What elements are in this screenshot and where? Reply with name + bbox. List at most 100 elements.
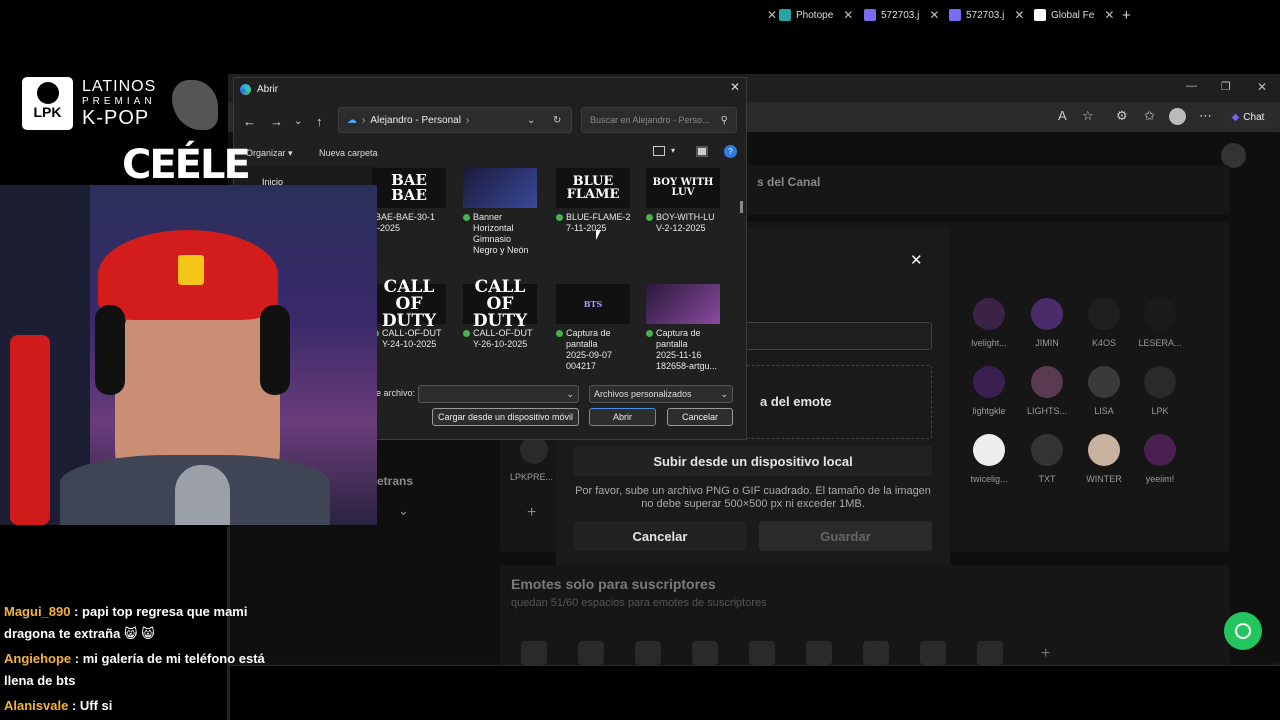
favorites-icon[interactable]: ✩: [1144, 108, 1155, 124]
chevron-down-icon[interactable]: ⌄: [527, 115, 535, 126]
emote-item[interactable]: LPK: [1130, 366, 1190, 416]
support-chat-button[interactable]: [1224, 612, 1262, 650]
tab-global[interactable]: Global Fe ✕: [1034, 4, 1114, 26]
preview-pane-icon[interactable]: [696, 146, 708, 157]
photopea-icon: [779, 9, 791, 21]
emote-label: JIMIN: [1035, 338, 1059, 348]
upload-hint: Por favor, sube un archivo PNG o GIF cua…: [575, 485, 931, 510]
subs-emote-thumb[interactable]: [977, 641, 1003, 665]
add-emote-button[interactable]: +: [1041, 645, 1050, 663]
help-icon[interactable]: ?: [724, 145, 737, 158]
file-item[interactable]: BAE BAE -BAE-BAE-30-1 0-2025: [372, 168, 456, 234]
ferrari-logo: [178, 255, 204, 285]
file-item[interactable]: BLUE FLAME BLUE-FLAME-2 7-11-2025: [556, 168, 640, 234]
save-button[interactable]: Guardar: [759, 521, 932, 551]
upload-local-button[interactable]: Subir desde un dispositivo local: [574, 446, 932, 476]
chevron-down-icon[interactable]: ▾: [671, 146, 675, 155]
emote-item[interactable]: LIGHTS...: [1017, 366, 1077, 416]
restore-icon[interactable]: ❐: [1221, 80, 1231, 93]
channel-heading: s del Canal: [757, 175, 821, 189]
forward-arrow-icon[interactable]: →: [270, 114, 283, 129]
file-name: CALL-OF-DUT Y-26-10-2025: [463, 328, 547, 350]
profile-avatar[interactable]: [1169, 108, 1186, 125]
emote-label: LISA: [1094, 406, 1114, 416]
chevron-down-icon: ⌄: [720, 388, 728, 399]
file-item[interactable]: CALL OF DUTY CALL-OF-DUT Y-26-10-2025: [463, 278, 547, 350]
file-item[interactable]: Captura de pantalla 2025-11-16 182658-ar…: [646, 284, 730, 372]
emote-item[interactable]: lightgkle: [959, 366, 1019, 416]
emote-label: lightgkle: [972, 406, 1006, 416]
emote-image: [1031, 434, 1063, 466]
search-input[interactable]: Buscar en Alejandro - Perso... ⚲: [581, 107, 737, 133]
chat-message: Alanisvale : Uff si: [4, 698, 113, 713]
tab-image-1[interactable]: 572703.j ✕: [864, 4, 939, 26]
chevron-down-icon[interactable]: ⌄: [398, 503, 409, 519]
emote-thumb[interactable]: [520, 436, 548, 464]
tab-photopea[interactable]: Photope ✕: [779, 4, 853, 26]
new-folder-button[interactable]: Nueva carpeta: [319, 148, 378, 158]
cancel-button[interactable]: Cancelar: [667, 408, 733, 426]
file-thumbnail: [463, 168, 537, 208]
window-close-icon[interactable]: ✕: [1257, 80, 1267, 94]
emote-item[interactable]: K4OS: [1074, 298, 1134, 348]
emote-item[interactable]: WINTER: [1074, 434, 1134, 484]
file-item[interactable]: BOY WITH LUV BOY-WITH-LU V-2-12-2025: [646, 168, 730, 234]
sync-status-icon: [463, 214, 470, 221]
scrollbar[interactable]: [740, 201, 743, 213]
subs-emote-thumb[interactable]: [806, 641, 832, 665]
subs-emote-thumb[interactable]: [863, 641, 889, 665]
recent-chevron-icon[interactable]: ⌄: [294, 116, 302, 127]
organize-button[interactable]: Organizar ▾: [246, 148, 293, 159]
filename-input[interactable]: ⌄: [418, 385, 579, 403]
filetype-select[interactable]: Archivos personalizados ⌄: [589, 385, 733, 403]
view-icon[interactable]: [653, 146, 665, 156]
more-icon[interactable]: ⋯: [1199, 108, 1212, 124]
close-icon[interactable]: ✕: [1104, 8, 1114, 22]
tab-image-2[interactable]: 572703.j ✕: [949, 4, 1024, 26]
emote-item[interactable]: yeeiim!: [1130, 434, 1190, 484]
subs-emote-thumb[interactable]: [521, 641, 547, 665]
add-emote-button[interactable]: +: [527, 504, 536, 522]
back-arrow-icon[interactable]: ←: [243, 114, 256, 129]
new-tab-button[interactable]: +: [1122, 4, 1131, 26]
emote-item[interactable]: lvelight...: [959, 298, 1019, 348]
emote-image: [1088, 366, 1120, 398]
file-name: BOY-WITH-LU V-2-12-2025: [646, 212, 730, 234]
copilot-chat-button[interactable]: ◆ Chat: [1222, 105, 1274, 129]
chat-message: Magui_890 : papi top regresa que mami dr…: [4, 604, 248, 641]
subs-emote-thumb[interactable]: [635, 641, 661, 665]
close-icon[interactable]: ✕: [1014, 8, 1024, 22]
close-icon[interactable]: ✕: [929, 8, 939, 22]
read-aloud-icon[interactable]: A: [1058, 108, 1067, 123]
emote-item[interactable]: LISA: [1074, 366, 1134, 416]
streamer-name: CEÉLE: [122, 142, 251, 188]
refresh-icon[interactable]: ↻: [553, 115, 561, 126]
file-item[interactable]: Banner Horizontal Gimnasio Negro y Neón: [463, 168, 547, 256]
emote-item[interactable]: TXT: [1017, 434, 1077, 484]
subs-emote-thumb[interactable]: [749, 641, 775, 665]
path-breadcrumb[interactable]: ☁ › Alejandro - Personal › ⌄ ↻: [338, 107, 572, 133]
emote-label: K4OS: [1091, 338, 1116, 348]
headphones: [95, 305, 125, 395]
close-icon[interactable]: ✕: [910, 251, 923, 269]
dialog-close-icon[interactable]: ✕: [730, 80, 740, 94]
subs-emote-thumb[interactable]: [692, 641, 718, 665]
emote-item[interactable]: LESERA...: [1130, 298, 1190, 348]
emote-item[interactable]: twicelig...: [959, 434, 1019, 484]
favorite-icon[interactable]: ☆: [1082, 108, 1094, 124]
minimize-icon[interactable]: —: [1186, 80, 1197, 92]
subs-emote-thumb[interactable]: [920, 641, 946, 665]
extensions-icon[interactable]: ⚙: [1116, 108, 1128, 124]
file-thumbnail: [646, 284, 720, 324]
emote-item[interactable]: JIMIN: [1017, 298, 1077, 348]
up-arrow-icon[interactable]: ↑: [316, 114, 323, 129]
close-icon[interactable]: ✕: [843, 8, 853, 22]
open-button[interactable]: Abrir: [589, 408, 656, 426]
subs-emote-thumb[interactable]: [578, 641, 604, 665]
cancel-button[interactable]: Cancelar: [574, 521, 746, 551]
file-item[interactable]: CALL OF DUTY CALL-OF-DUT Y-24-10-2025: [372, 278, 456, 350]
tab-close-icon[interactable]: ✕: [757, 4, 777, 26]
sync-status-icon: [463, 330, 470, 337]
file-item[interactable]: BTS Captura de pantalla 2025-09-07 004217: [556, 284, 640, 372]
upload-mobile-button[interactable]: Cargar desde un dispositivo móvil: [432, 408, 579, 426]
